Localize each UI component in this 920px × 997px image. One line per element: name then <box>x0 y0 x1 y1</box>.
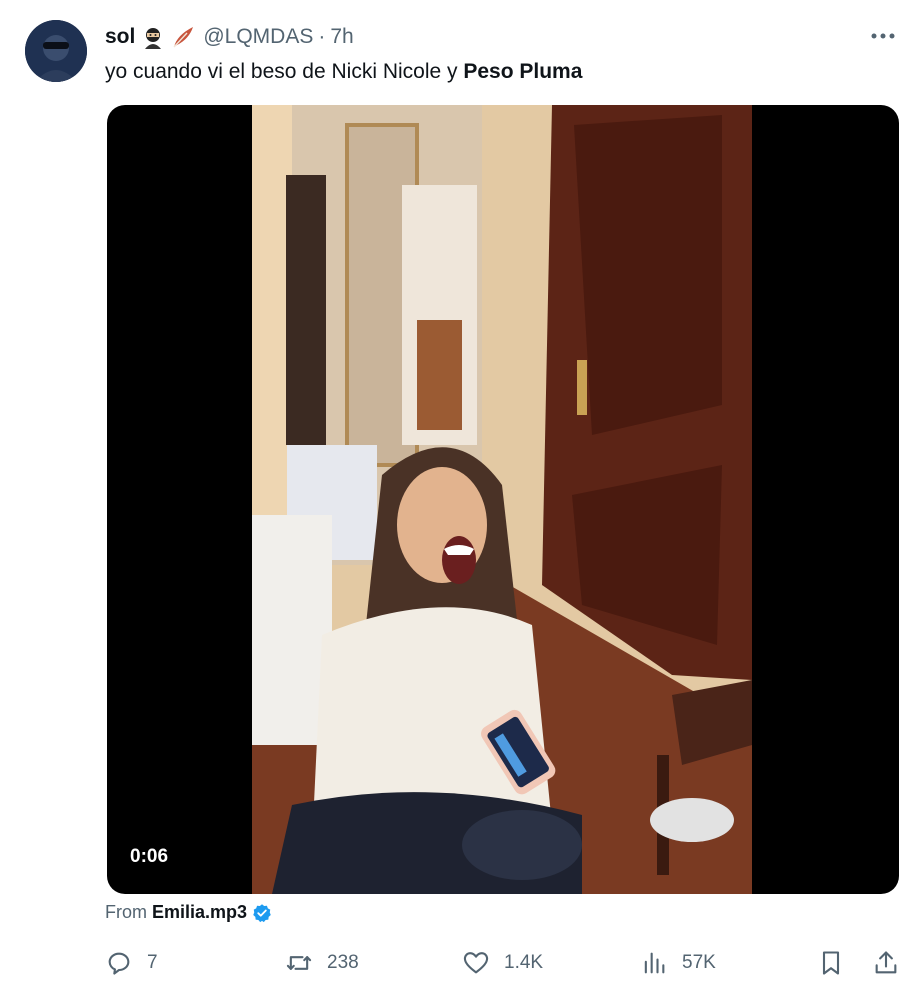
ninja-emoji <box>141 25 165 49</box>
tweet-text-plain: yo cuando vi el beso de Nicki Nicole y <box>105 60 464 83</box>
tweet-text-bold: Peso Pluma <box>463 60 583 83</box>
action-bar: 7 238 1.4K 57K <box>105 945 900 981</box>
video-duration: 0:06 <box>122 843 177 871</box>
reply-bubble-icon <box>108 952 130 975</box>
repost-count: 238 <box>327 952 359 973</box>
reply-count: 7 <box>147 952 158 973</box>
reply-button[interactable]: 7 <box>105 945 158 981</box>
bar-chart-icon <box>644 952 665 974</box>
video-player[interactable]: 0:06 <box>107 105 899 894</box>
like-button[interactable]: 1.4K <box>462 945 543 981</box>
share-upload-icon <box>875 951 897 974</box>
view-count: 57K <box>682 952 716 973</box>
video-frame <box>252 105 752 894</box>
repost-button[interactable]: 238 <box>285 945 359 981</box>
tweet-header: sol @LQMDAS · 7h <box>105 22 354 52</box>
avatar[interactable] <box>25 20 87 82</box>
source-account-link[interactable]: Emilia.mp3 <box>152 902 247 923</box>
verified-badge-icon <box>252 903 272 923</box>
tweet-card[interactable]: sol @LQMDAS · 7h yo cuando vi el beso de… <box>0 0 920 997</box>
media-attribution: From Emilia.mp3 <box>105 902 272 923</box>
bookmark-icon <box>822 951 840 975</box>
feather-emoji <box>171 25 197 49</box>
like-count: 1.4K <box>504 952 544 973</box>
views-button[interactable]: 57K <box>640 945 716 981</box>
separator-dot: · <box>318 25 326 48</box>
tweet-timestamp[interactable]: 7h <box>330 25 353 49</box>
author-name[interactable]: sol <box>105 25 135 49</box>
more-horizontal-icon[interactable] <box>868 24 898 48</box>
bookmark-button[interactable] <box>817 945 859 981</box>
tweet-text: yo cuando vi el beso de Nicki Nicole y P… <box>105 58 582 86</box>
share-button[interactable] <box>872 945 914 981</box>
heart-icon <box>463 952 489 974</box>
from-label: From <box>105 902 147 922</box>
author-handle[interactable]: @LQMDAS <box>203 25 313 49</box>
repost-arrows-icon <box>286 956 312 970</box>
